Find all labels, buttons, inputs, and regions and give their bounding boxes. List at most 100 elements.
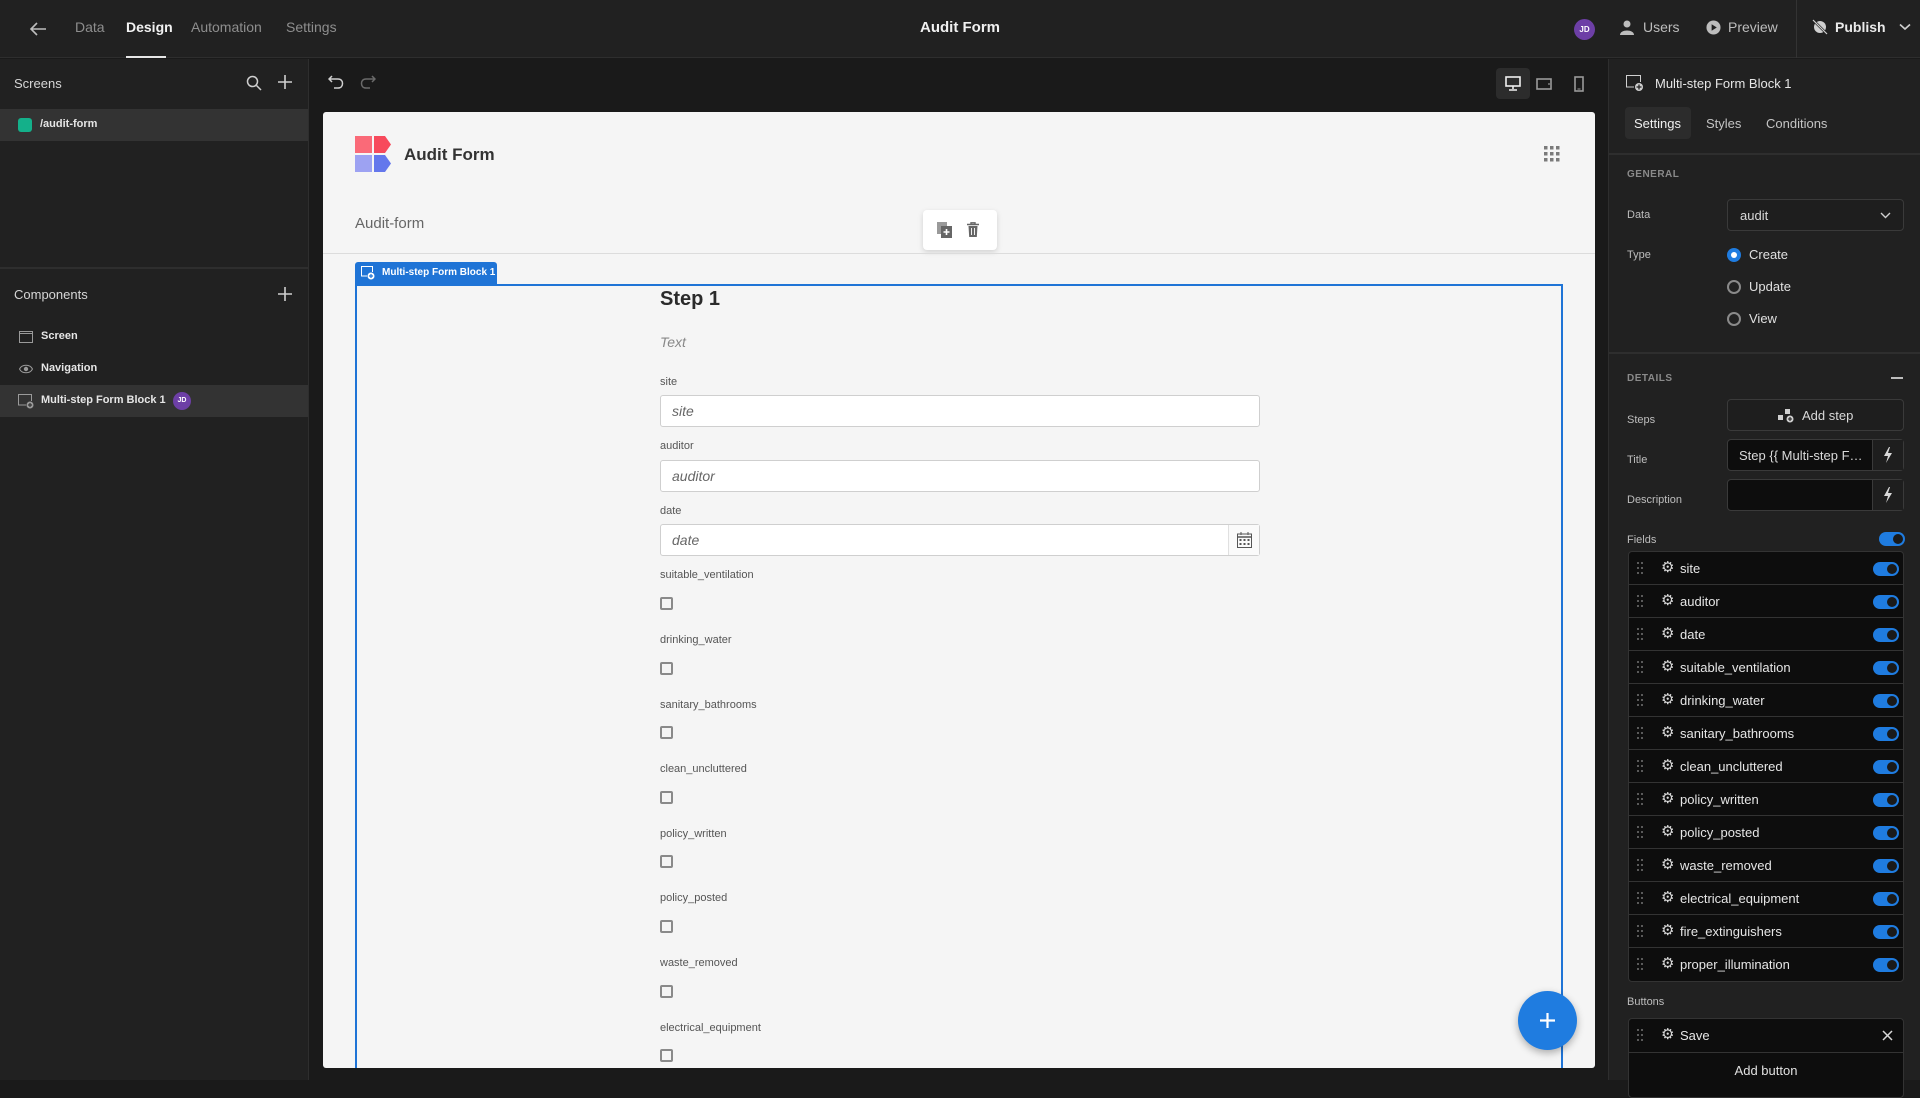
field-row[interactable]: ⚙ policy_posted	[1629, 816, 1903, 849]
undo-icon[interactable]	[328, 75, 344, 89]
field-visibility-toggle[interactable]	[1873, 727, 1899, 741]
drag-handle-icon[interactable]	[1637, 958, 1643, 970]
field-visibility-toggle[interactable]	[1873, 793, 1899, 807]
description-binding-button[interactable]	[1872, 480, 1903, 510]
tab-settings[interactable]: Settings	[286, 19, 337, 35]
type-update-radio[interactable]	[1727, 280, 1741, 294]
field-row[interactable]: ⚙ proper_illumination	[1629, 948, 1903, 981]
tab-settings[interactable]: Settings	[1625, 107, 1691, 139]
search-icon[interactable]	[246, 75, 262, 91]
field-visibility-toggle[interactable]	[1873, 760, 1899, 774]
gear-icon[interactable]: ⚙	[1661, 824, 1674, 840]
tab-automation[interactable]: Automation	[191, 19, 262, 35]
drag-handle-icon[interactable]	[1637, 628, 1643, 640]
policy-posted-checkbox[interactable]	[660, 920, 673, 933]
gear-icon[interactable]: ⚙	[1661, 791, 1674, 807]
field-visibility-toggle[interactable]	[1873, 859, 1899, 873]
add-component-icon[interactable]	[278, 287, 292, 301]
field-visibility-toggle[interactable]	[1873, 958, 1899, 972]
site-input[interactable]: site	[660, 395, 1260, 427]
auditor-input[interactable]: auditor	[660, 460, 1260, 492]
users-button[interactable]: Users	[1620, 19, 1680, 35]
sanitary-bathrooms-checkbox[interactable]	[660, 726, 673, 739]
title-binding-button[interactable]	[1872, 440, 1903, 470]
drag-handle-icon[interactable]	[1637, 793, 1643, 805]
field-row[interactable]: ⚙ sanitary_bathrooms	[1629, 717, 1903, 750]
desktop-view-button[interactable]	[1496, 68, 1530, 99]
component-item-navigation[interactable]: Navigation	[0, 353, 308, 385]
field-visibility-toggle[interactable]	[1873, 925, 1899, 939]
screen-item[interactable]: /audit-form	[0, 109, 308, 141]
drag-handle-icon[interactable]	[1637, 562, 1643, 574]
gear-icon[interactable]: ⚙	[1661, 659, 1674, 675]
type-view-label[interactable]: View	[1749, 311, 1777, 326]
type-update-label[interactable]: Update	[1749, 279, 1791, 294]
redo-icon[interactable]	[360, 75, 376, 89]
drag-handle-icon[interactable]	[1637, 925, 1643, 937]
drag-handle-icon[interactable]	[1637, 727, 1643, 739]
add-screen-icon[interactable]	[278, 75, 292, 89]
field-row[interactable]: ⚙ drinking_water	[1629, 684, 1903, 717]
publish-button[interactable]: Publish	[1812, 19, 1911, 35]
drag-handle-icon[interactable]	[1637, 892, 1643, 904]
clean-uncluttered-checkbox[interactable]	[660, 791, 673, 804]
back-arrow-icon[interactable]	[29, 21, 47, 37]
drag-handle-icon[interactable]	[1637, 661, 1643, 673]
add-button[interactable]: Add button	[1629, 1054, 1903, 1094]
component-item-screen[interactable]: Screen	[0, 321, 308, 353]
gear-icon[interactable]: ⚙	[1661, 725, 1674, 741]
field-visibility-toggle[interactable]	[1873, 892, 1899, 906]
drag-handle-icon[interactable]	[1637, 694, 1643, 706]
drag-handle-icon[interactable]	[1637, 1029, 1643, 1041]
field-visibility-toggle[interactable]	[1873, 661, 1899, 675]
field-row[interactable]: ⚙ waste_removed	[1629, 849, 1903, 882]
add-step-button[interactable]: Add step	[1727, 399, 1904, 431]
drag-handle-icon[interactable]	[1637, 760, 1643, 772]
field-visibility-toggle[interactable]	[1873, 595, 1899, 609]
field-row[interactable]: ⚙ electrical_equipment	[1629, 882, 1903, 915]
field-row[interactable]: ⚙ policy_written	[1629, 783, 1903, 816]
drag-handle-icon[interactable]	[1637, 595, 1643, 607]
add-component-fab[interactable]	[1518, 991, 1577, 1050]
preview-button[interactable]: Preview	[1706, 19, 1778, 35]
field-row[interactable]: ⚙ date	[1629, 618, 1903, 651]
suitable-ventilation-checkbox[interactable]	[660, 597, 673, 610]
gear-icon[interactable]: ⚙	[1661, 626, 1674, 642]
gear-icon[interactable]: ⚙	[1661, 560, 1674, 576]
field-row[interactable]: ⚙ clean_uncluttered	[1629, 750, 1903, 783]
gear-icon[interactable]: ⚙	[1661, 956, 1674, 972]
drag-handle-icon[interactable]	[1637, 859, 1643, 871]
tab-data[interactable]: Data	[75, 19, 105, 35]
mobile-icon[interactable]	[1574, 76, 1584, 92]
type-create-label[interactable]: Create	[1749, 247, 1788, 262]
field-visibility-toggle[interactable]	[1873, 628, 1899, 642]
component-item-multistep-form[interactable]: Multi-step Form Block 1 JD	[0, 385, 308, 417]
gear-icon[interactable]: ⚙	[1661, 692, 1674, 708]
gear-icon[interactable]: ⚙	[1661, 890, 1674, 906]
gear-icon[interactable]: ⚙	[1661, 923, 1674, 939]
gear-icon[interactable]: ⚙	[1661, 1027, 1674, 1043]
gear-icon[interactable]: ⚙	[1661, 758, 1674, 774]
field-visibility-toggle[interactable]	[1873, 562, 1899, 576]
gear-icon[interactable]: ⚙	[1661, 593, 1674, 609]
button-row-save[interactable]: ⚙ Save	[1629, 1019, 1903, 1053]
tab-design[interactable]: Design	[126, 19, 173, 35]
drinking-water-checkbox[interactable]	[660, 662, 673, 675]
waste-removed-checkbox[interactable]	[660, 985, 673, 998]
title-input[interactable]: Step {{ Multi-step F…	[1727, 439, 1904, 471]
data-source-select[interactable]: audit	[1727, 199, 1904, 231]
date-picker-button[interactable]	[1228, 525, 1259, 555]
tab-conditions[interactable]: Conditions	[1766, 116, 1827, 131]
field-visibility-toggle[interactable]	[1873, 694, 1899, 708]
policy-written-checkbox[interactable]	[660, 855, 673, 868]
field-row[interactable]: ⚙ auditor	[1629, 585, 1903, 618]
tab-styles[interactable]: Styles	[1706, 116, 1741, 131]
electrical-equipment-checkbox[interactable]	[660, 1049, 673, 1062]
gear-icon[interactable]: ⚙	[1661, 857, 1674, 873]
description-input[interactable]	[1727, 479, 1904, 511]
fields-master-toggle[interactable]	[1879, 532, 1905, 546]
user-avatar[interactable]: JD	[1574, 19, 1595, 40]
tablet-icon[interactable]	[1536, 78, 1552, 90]
remove-button-icon[interactable]	[1882, 1030, 1893, 1041]
collapse-icon[interactable]	[1891, 377, 1903, 379]
